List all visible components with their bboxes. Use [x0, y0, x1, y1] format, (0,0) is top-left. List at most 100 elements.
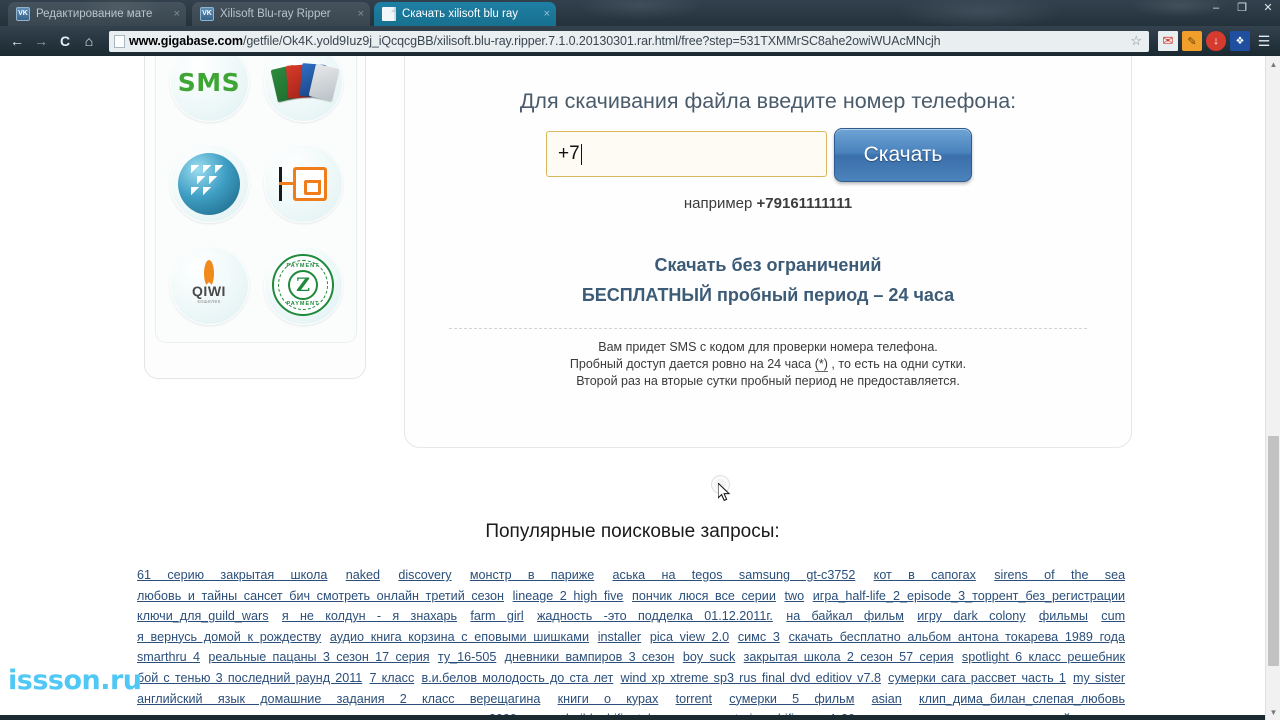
- webmoney-icon[interactable]: [169, 144, 249, 224]
- popular-query-link[interactable]: игру dark colony: [917, 609, 1025, 623]
- reload-icon[interactable]: C: [54, 30, 76, 52]
- page-info-icon[interactable]: [114, 34, 125, 48]
- tab-title: Xilisoft Blu-ray Ripper: [220, 8, 331, 20]
- notepad-icon[interactable]: ✎: [1182, 31, 1202, 51]
- popular-query-link[interactable]: монстр в париже: [470, 568, 594, 582]
- popular-query-link[interactable]: discovery: [398, 568, 451, 582]
- popular-query-link[interactable]: на байкал фильм: [786, 609, 904, 623]
- popular-query-link[interactable]: my sister: [1073, 671, 1125, 685]
- popular-query-link[interactable]: pica view 2.0: [650, 630, 729, 644]
- popular-query-link[interactable]: бой с тенью 3 последний раунд 2011: [137, 671, 362, 685]
- popular-query-link[interactable]: 61 серию закрытая школа: [137, 568, 327, 582]
- close-window-button[interactable]: ✕: [1260, 1, 1276, 15]
- popular-query-link[interactable]: симс 3: [738, 630, 780, 644]
- popular-query-link[interactable]: torrent: [676, 692, 712, 706]
- popular-query-link[interactable]: я не колдун - я знахарь: [282, 609, 457, 623]
- popular-query-link[interactable]: жадность -это подделка 01.12.2011г.: [537, 609, 773, 623]
- fineprint-line-1: Вам придет SMS с кодом для проверки номе…: [598, 340, 938, 354]
- popular-query-link[interactable]: smarthru 4: [137, 650, 200, 664]
- sms-payment-icon[interactable]: SMS: [169, 56, 249, 123]
- example-phone-hint: например +79161111111: [405, 195, 1131, 212]
- wallet-glyph: [279, 166, 327, 201]
- popular-query-link[interactable]: аська на tegos samsung gt-c3752: [613, 568, 856, 582]
- popular-query-link[interactable]: сумерки сага рассвет часть 1: [888, 671, 1066, 685]
- tab-close-button[interactable]: ×: [354, 8, 364, 20]
- popular-query-link[interactable]: игра_half-life_2_episode_3_торрент_без_р…: [813, 589, 1125, 603]
- page-viewport: SMS QIWI кошелек PAYMENT Z PAYMENT Для с…: [0, 56, 1280, 720]
- popular-query-link[interactable]: английский язык домашние задания 2 класс…: [137, 692, 540, 706]
- tab-close-button[interactable]: ×: [170, 8, 180, 20]
- example-number: +79161111111: [756, 195, 853, 212]
- fineprint-2c: , то есть на одни сутки.: [827, 357, 967, 371]
- popular-query-link[interactable]: lineage 2 high five: [513, 589, 624, 603]
- popular-query-link[interactable]: ту_16-505: [438, 650, 496, 664]
- minimize-button[interactable]: –: [1208, 1, 1224, 15]
- fineprint-2a: Пробный доступ дается ровно на 24 часа: [569, 357, 815, 371]
- document-icon: [382, 7, 396, 21]
- popular-query-link[interactable]: клип_дима_билан_слепая_любовь: [919, 692, 1125, 706]
- scroll-down-arrow[interactable]: ▼: [1266, 704, 1280, 720]
- form-title: Для скачивания файла введите номер телеф…: [519, 89, 1017, 113]
- popular-query-link[interactable]: wind xp xtreme sp3 rus final dvd editiov…: [620, 671, 881, 685]
- menu-icon[interactable]: ☰: [1254, 31, 1274, 51]
- browser-tab-2[interactable]: Xilisoft Blu-ray Ripper ×: [192, 2, 370, 26]
- popular-query-link[interactable]: фильмы: [1039, 609, 1088, 623]
- download-button[interactable]: Скачать: [834, 128, 972, 182]
- popular-query-link[interactable]: дневники вампиров 3 сезон: [505, 650, 675, 664]
- promo-period-text: пробный период – 24 часа: [712, 285, 955, 305]
- popular-query-link[interactable]: boy suck: [683, 650, 736, 664]
- section-divider: [449, 328, 1087, 329]
- tab-close-button[interactable]: ×: [540, 8, 550, 20]
- download-helper-icon[interactable]: ↓: [1206, 31, 1226, 51]
- qiwi-label: QIWI: [192, 283, 226, 300]
- back-icon[interactable]: ←: [6, 30, 28, 52]
- browser-tab-1[interactable]: Редактирование мате ×: [8, 2, 186, 26]
- qiwi-icon[interactable]: QIWI кошелек: [169, 245, 249, 325]
- popular-query-link[interactable]: spotlight 6 класс решебник: [962, 650, 1125, 664]
- fineprint-line-2: Пробный доступ дается ровно на 24 часа (…: [405, 356, 1131, 373]
- gmail-icon[interactable]: ✉: [1158, 31, 1178, 51]
- popular-query-link[interactable]: ключи_для_guild_wars: [137, 609, 269, 623]
- popular-query-link[interactable]: закрытая школа 2 сезон 57 серия: [744, 650, 954, 664]
- promo-line-2: БЕСПЛАТНЫЙ пробный период – 24 часа: [405, 285, 1131, 306]
- popular-query-link[interactable]: реальные пацаны 3 сезон 17 серия: [208, 650, 429, 664]
- browser-tab-3-active[interactable]: Скачать xilisoft blu ray ×: [374, 2, 556, 26]
- asterisk-note-link[interactable]: (*): [814, 357, 828, 372]
- vertical-scrollbar[interactable]: ▲ ▼: [1265, 56, 1280, 720]
- scrollbar-thumb[interactable]: [1268, 436, 1279, 666]
- popular-queries-title: Популярные поисковые запросы:: [485, 521, 780, 542]
- popular-query-link[interactable]: naked: [346, 568, 380, 582]
- popular-query-link[interactable]: скачать бесплатно альбом антона токарева…: [789, 630, 1125, 644]
- popular-query-link[interactable]: пончик люся все серии: [632, 589, 776, 603]
- popular-query-link[interactable]: аудио книга корзина с еповыми шишками: [330, 630, 589, 644]
- popular-query-link[interactable]: в.и.белов молодость до ста лет: [421, 671, 613, 685]
- extension-icon[interactable]: ❖: [1230, 31, 1250, 51]
- popular-query-link[interactable]: кот в сапогах: [874, 568, 976, 582]
- popular-query-link[interactable]: farm girl: [470, 609, 523, 623]
- popular-query-link[interactable]: sirens of the sea: [994, 568, 1125, 582]
- forward-icon[interactable]: →: [30, 30, 52, 52]
- popular-query-link[interactable]: two: [784, 589, 804, 603]
- popular-query-link[interactable]: asian: [872, 692, 902, 706]
- popular-query-link[interactable]: cum: [1101, 609, 1125, 623]
- home-icon[interactable]: ⌂: [78, 30, 100, 52]
- popular-query-link[interactable]: любовь и тайны сансет бич смотреть онлай…: [137, 589, 504, 603]
- address-bar[interactable]: www.gigabase.com/getfile/Ok4K.yold9Iuz9j…: [109, 30, 1149, 52]
- popular-query-link[interactable]: я вернусь домой к рождеству: [137, 630, 321, 644]
- download-form-card: Для скачивания файла введите номер телеф…: [404, 56, 1132, 448]
- yandex-money-icon[interactable]: [263, 144, 343, 224]
- popular-query-link[interactable]: книги о курах: [558, 692, 659, 706]
- phone-number-input[interactable]: +7: [546, 131, 827, 177]
- bank-cards-icon[interactable]: [263, 56, 343, 123]
- scroll-up-arrow[interactable]: ▲: [1266, 56, 1280, 72]
- mouse-cursor: [718, 483, 731, 502]
- popular-query-link[interactable]: 7 класс: [369, 671, 414, 685]
- popular-query-link[interactable]: installer: [598, 630, 641, 644]
- bookmark-star-icon[interactable]: ☆: [1127, 33, 1145, 49]
- popular-query-link[interactable]: сумерки 5 фильм: [729, 692, 854, 706]
- url-host: www.gigabase.com: [129, 34, 243, 48]
- maximize-button[interactable]: ❐: [1234, 1, 1250, 15]
- z-payment-icon[interactable]: PAYMENT Z PAYMENT: [263, 245, 343, 325]
- payment-methods-grid: SMS QIWI кошелек PAYMENT Z PAYMENT: [155, 56, 357, 343]
- zpayment-letter: Z: [288, 270, 318, 301]
